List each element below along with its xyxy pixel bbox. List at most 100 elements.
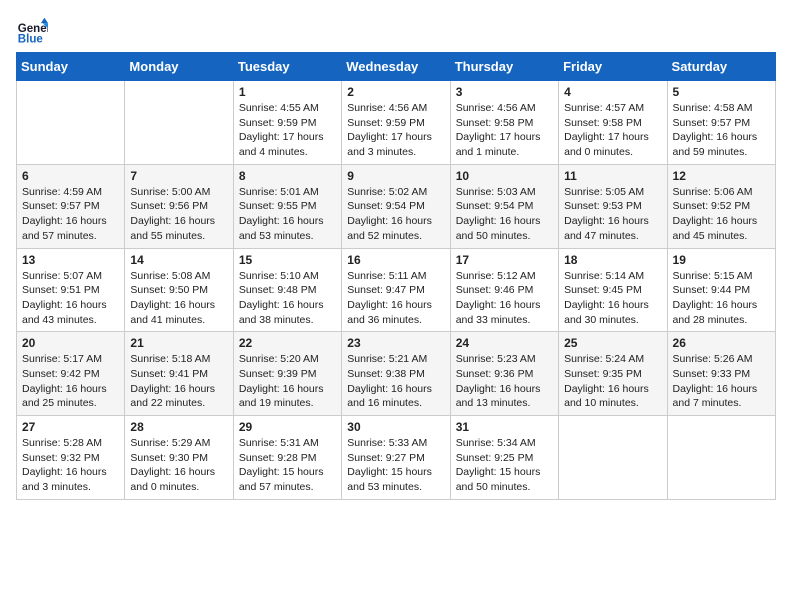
day-number: 2: [347, 85, 444, 99]
day-number: 18: [564, 253, 661, 267]
calendar-cell: 6 Sunrise: 4:59 AM Sunset: 9:57 PM Daylig…: [17, 164, 125, 248]
day-info: Sunrise: 5:26 AM Sunset: 9:33 PM Dayligh…: [673, 352, 770, 411]
calendar-cell: 8 Sunrise: 5:01 AM Sunset: 9:55 PM Daylig…: [233, 164, 341, 248]
day-number: 27: [22, 420, 119, 434]
calendar-cell: 9Sunrise: 5:02 AM Sunset: 9:54 PM Daylig…: [342, 164, 450, 248]
day-info: Sunrise: 4:56 AM Sunset: 9:58 PM Dayligh…: [456, 101, 553, 160]
calendar-table: SundayMondayTuesdayWednesdayThursdayFrid…: [16, 52, 776, 500]
day-info: Sunrise: 5:29 AM Sunset: 9:30 PM Dayligh…: [130, 436, 227, 495]
calendar-cell: 13 Sunrise: 5:07 AM Sunset: 9:51 PM Dayli…: [17, 248, 125, 332]
day-info: Sunrise: 5:23 AM Sunset: 9:36 PM Dayligh…: [456, 352, 553, 411]
calendar-week-row: 20 Sunrise: 5:17 AM Sunset: 9:42 PM Dayli…: [17, 332, 776, 416]
calendar-cell: 3 Sunrise: 4:56 AM Sunset: 9:58 PM Daylig…: [450, 81, 558, 165]
day-number: 7: [130, 169, 227, 183]
day-number: 13: [22, 253, 119, 267]
calendar-cell: 19 Sunrise: 5:15 AM Sunset: 9:44 PM Dayli…: [667, 248, 775, 332]
weekday-header: Wednesday: [342, 53, 450, 81]
day-number: 30: [347, 420, 444, 434]
calendar-cell: 2 Sunrise: 4:56 AM Sunset: 9:59 PM Daylig…: [342, 81, 450, 165]
calendar-cell: 30 Sunrise: 5:33 AM Sunset: 9:27 PM Dayli…: [342, 416, 450, 500]
day-info: Sunrise: 5:15 AM Sunset: 9:44 PM Dayligh…: [673, 269, 770, 328]
day-info: Sunrise: 5:07 AM Sunset: 9:51 PM Dayligh…: [22, 269, 119, 328]
weekday-header: Thursday: [450, 53, 558, 81]
day-number: 9: [347, 169, 444, 183]
day-number: 17: [456, 253, 553, 267]
weekday-header: Monday: [125, 53, 233, 81]
calendar-cell: 18Sunrise: 5:14 AM Sunset: 9:45 PM Dayli…: [559, 248, 667, 332]
calendar-cell: 25Sunrise: 5:24 AM Sunset: 9:35 PM Dayli…: [559, 332, 667, 416]
calendar-cell: 15 Sunrise: 5:10 AM Sunset: 9:48 PM Dayli…: [233, 248, 341, 332]
calendar-cell: 20 Sunrise: 5:17 AM Sunset: 9:42 PM Dayli…: [17, 332, 125, 416]
day-number: 28: [130, 420, 227, 434]
calendar-cell: 1 Sunrise: 4:55 AM Sunset: 9:59 PM Daylig…: [233, 81, 341, 165]
calendar-cell: 16 Sunrise: 5:11 AM Sunset: 9:47 PM Dayli…: [342, 248, 450, 332]
weekday-header: Tuesday: [233, 53, 341, 81]
day-number: 19: [673, 253, 770, 267]
calendar-cell: [17, 81, 125, 165]
day-info: Sunrise: 4:56 AM Sunset: 9:59 PM Dayligh…: [347, 101, 444, 160]
calendar-cell: 10 Sunrise: 5:03 AM Sunset: 9:54 PM Dayli…: [450, 164, 558, 248]
day-info: Sunrise: 5:00 AM Sunset: 9:56 PM Dayligh…: [130, 185, 227, 244]
calendar-week-row: 6 Sunrise: 4:59 AM Sunset: 9:57 PM Daylig…: [17, 164, 776, 248]
day-info: Sunrise: 5:03 AM Sunset: 9:54 PM Dayligh…: [456, 185, 553, 244]
calendar-cell: 12Sunrise: 5:06 AM Sunset: 9:52 PM Dayli…: [667, 164, 775, 248]
day-number: 6: [22, 169, 119, 183]
day-info: Sunrise: 5:10 AM Sunset: 9:48 PM Dayligh…: [239, 269, 336, 328]
calendar-cell: 23Sunrise: 5:21 AM Sunset: 9:38 PM Dayli…: [342, 332, 450, 416]
day-info: Sunrise: 5:20 AM Sunset: 9:39 PM Dayligh…: [239, 352, 336, 411]
day-number: 26: [673, 336, 770, 350]
calendar-cell: 27 Sunrise: 5:28 AM Sunset: 9:32 PM Dayli…: [17, 416, 125, 500]
calendar-header-row: SundayMondayTuesdayWednesdayThursdayFrid…: [17, 53, 776, 81]
day-number: 12: [673, 169, 770, 183]
day-number: 4: [564, 85, 661, 99]
day-info: Sunrise: 5:11 AM Sunset: 9:47 PM Dayligh…: [347, 269, 444, 328]
weekday-header: Saturday: [667, 53, 775, 81]
calendar-cell: 7 Sunrise: 5:00 AM Sunset: 9:56 PM Daylig…: [125, 164, 233, 248]
calendar-cell: 11 Sunrise: 5:05 AM Sunset: 9:53 PM Dayli…: [559, 164, 667, 248]
day-info: Sunrise: 5:28 AM Sunset: 9:32 PM Dayligh…: [22, 436, 119, 495]
day-number: 16: [347, 253, 444, 267]
logo: General Blue: [16, 16, 48, 48]
calendar-cell: 21 Sunrise: 5:18 AM Sunset: 9:41 PM Dayli…: [125, 332, 233, 416]
day-info: Sunrise: 5:34 AM Sunset: 9:25 PM Dayligh…: [456, 436, 553, 495]
day-info: Sunrise: 5:12 AM Sunset: 9:46 PM Dayligh…: [456, 269, 553, 328]
calendar-cell: 4 Sunrise: 4:57 AM Sunset: 9:58 PM Daylig…: [559, 81, 667, 165]
day-number: 31: [456, 420, 553, 434]
day-number: 10: [456, 169, 553, 183]
calendar-week-row: 1 Sunrise: 4:55 AM Sunset: 9:59 PM Daylig…: [17, 81, 776, 165]
day-info: Sunrise: 4:55 AM Sunset: 9:59 PM Dayligh…: [239, 101, 336, 160]
day-info: Sunrise: 5:01 AM Sunset: 9:55 PM Dayligh…: [239, 185, 336, 244]
day-info: Sunrise: 5:24 AM Sunset: 9:35 PM Dayligh…: [564, 352, 661, 411]
day-info: Sunrise: 5:05 AM Sunset: 9:53 PM Dayligh…: [564, 185, 661, 244]
day-info: Sunrise: 4:59 AM Sunset: 9:57 PM Dayligh…: [22, 185, 119, 244]
day-number: 5: [673, 85, 770, 99]
day-info: Sunrise: 4:57 AM Sunset: 9:58 PM Dayligh…: [564, 101, 661, 160]
day-info: Sunrise: 5:21 AM Sunset: 9:38 PM Dayligh…: [347, 352, 444, 411]
day-number: 1: [239, 85, 336, 99]
calendar-cell: 17 Sunrise: 5:12 AM Sunset: 9:46 PM Dayli…: [450, 248, 558, 332]
day-info: Sunrise: 5:18 AM Sunset: 9:41 PM Dayligh…: [130, 352, 227, 411]
day-number: 11: [564, 169, 661, 183]
day-number: 8: [239, 169, 336, 183]
day-number: 3: [456, 85, 553, 99]
calendar-cell: 26 Sunrise: 5:26 AM Sunset: 9:33 PM Dayli…: [667, 332, 775, 416]
calendar-cell: 28 Sunrise: 5:29 AM Sunset: 9:30 PM Dayli…: [125, 416, 233, 500]
day-number: 15: [239, 253, 336, 267]
calendar-cell: 5 Sunrise: 4:58 AM Sunset: 9:57 PM Daylig…: [667, 81, 775, 165]
day-info: Sunrise: 4:58 AM Sunset: 9:57 PM Dayligh…: [673, 101, 770, 160]
calendar-cell: 24Sunrise: 5:23 AM Sunset: 9:36 PM Dayli…: [450, 332, 558, 416]
day-number: 21: [130, 336, 227, 350]
day-number: 20: [22, 336, 119, 350]
calendar-week-row: 13 Sunrise: 5:07 AM Sunset: 9:51 PM Dayli…: [17, 248, 776, 332]
weekday-header: Friday: [559, 53, 667, 81]
calendar-cell: 22 Sunrise: 5:20 AM Sunset: 9:39 PM Dayli…: [233, 332, 341, 416]
day-info: Sunrise: 5:08 AM Sunset: 9:50 PM Dayligh…: [130, 269, 227, 328]
weekday-header: Sunday: [17, 53, 125, 81]
day-info: Sunrise: 5:33 AM Sunset: 9:27 PM Dayligh…: [347, 436, 444, 495]
page-header: General Blue: [16, 16, 776, 48]
day-info: Sunrise: 5:17 AM Sunset: 9:42 PM Dayligh…: [22, 352, 119, 411]
svg-text:Blue: Blue: [18, 34, 44, 46]
calendar-cell: [667, 416, 775, 500]
day-number: 22: [239, 336, 336, 350]
day-number: 14: [130, 253, 227, 267]
